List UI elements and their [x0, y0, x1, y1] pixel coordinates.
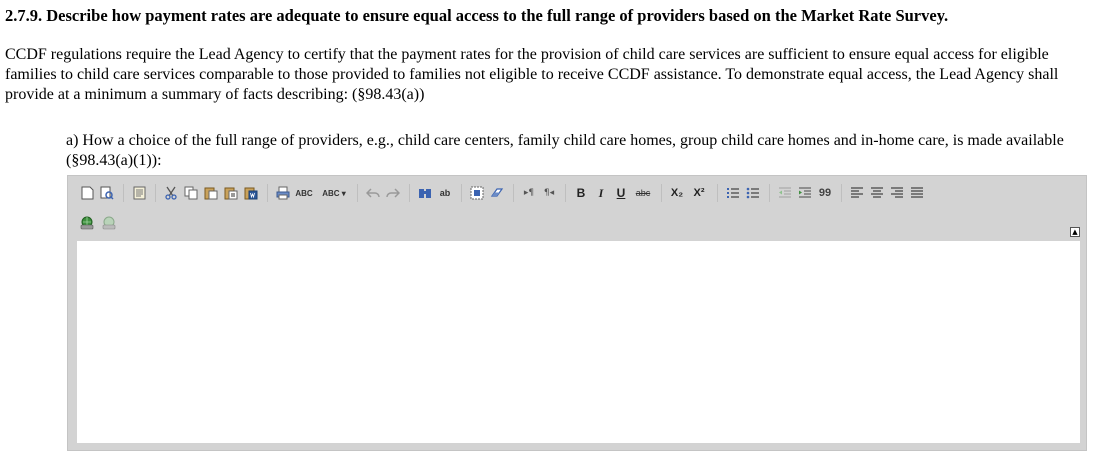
underline-button[interactable]: U — [611, 182, 631, 204]
unlink-icon[interactable] — [99, 212, 119, 234]
new-page-icon[interactable] — [77, 182, 97, 204]
bulleted-list-icon[interactable] — [743, 182, 763, 204]
answer-textarea[interactable] — [77, 241, 1080, 443]
rtl-icon[interactable]: ¶◂ — [539, 182, 559, 204]
replace-label: ab — [439, 188, 451, 198]
justify-icon[interactable] — [907, 182, 927, 204]
toolbar-separator — [409, 184, 410, 202]
subscript-label: X₂ — [670, 187, 684, 199]
superscript-button[interactable]: X² — [689, 182, 709, 204]
bold-label: B — [576, 186, 586, 200]
toolbar-separator — [565, 184, 566, 202]
spellcheck-label: ABC — [295, 188, 313, 198]
paste-icon[interactable] — [201, 182, 221, 204]
redo-icon[interactable] — [383, 182, 403, 204]
paste-text-icon[interactable] — [221, 182, 241, 204]
indent-icon[interactable] — [795, 182, 815, 204]
ltr-icon[interactable]: ▸¶ — [519, 182, 539, 204]
paste-word-icon[interactable] — [241, 182, 261, 204]
templates-icon[interactable] — [129, 182, 149, 204]
undo-icon[interactable] — [363, 182, 383, 204]
link-icon[interactable] — [77, 212, 97, 234]
rich-text-editor: ABC ABC ▾ ab ▸¶ ¶◂ B I U abc X₂ X² 99 ▲ — [67, 175, 1087, 451]
select-all-icon[interactable] — [467, 182, 487, 204]
collapse-toolbar-icon[interactable]: ▲ — [1070, 227, 1080, 237]
toolbar-separator — [841, 184, 842, 202]
cut-icon[interactable] — [161, 182, 181, 204]
toolbar-separator — [357, 184, 358, 202]
strike-label: abc — [635, 188, 651, 198]
toolbar-separator — [267, 184, 268, 202]
scayt-label: ABC ▾ — [322, 188, 346, 198]
toolbar-separator — [661, 184, 662, 202]
align-left-icon[interactable] — [847, 182, 867, 204]
section-heading: 2.7.9. Describe how payment rates are ad… — [5, 6, 949, 25]
section-intro: CCDF regulations require the Lead Agency… — [5, 46, 1059, 103]
toolbar-separator — [123, 184, 124, 202]
toolbar-separator — [769, 184, 770, 202]
toolbar-separator — [461, 184, 462, 202]
align-center-icon[interactable] — [867, 182, 887, 204]
outdent-icon[interactable] — [775, 182, 795, 204]
toolbar-separator — [513, 184, 514, 202]
numbered-list-icon[interactable] — [723, 182, 743, 204]
blockquote-label: 99 — [818, 187, 832, 199]
find-icon[interactable] — [415, 182, 435, 204]
remove-format-icon[interactable] — [487, 182, 507, 204]
scayt-dropdown[interactable]: ABC ▾ — [319, 182, 349, 204]
italic-label: I — [598, 185, 604, 200]
preview-icon[interactable] — [97, 182, 117, 204]
question-text: a) How a choice of the full range of pro… — [66, 132, 1064, 169]
spellcheck-button[interactable]: ABC — [291, 182, 317, 204]
subscript-button[interactable]: X₂ — [667, 182, 687, 204]
bold-button[interactable]: B — [571, 182, 591, 204]
copy-icon[interactable] — [181, 182, 201, 204]
toolbar-separator — [717, 184, 718, 202]
replace-button[interactable]: ab — [435, 182, 455, 204]
underline-label: U — [616, 186, 626, 200]
blockquote-button[interactable]: 99 — [815, 182, 835, 204]
print-icon[interactable] — [273, 182, 293, 204]
superscript-label: X² — [693, 187, 705, 199]
toolbar-separator — [155, 184, 156, 202]
italic-button[interactable]: I — [591, 182, 611, 204]
align-right-icon[interactable] — [887, 182, 907, 204]
strike-button[interactable]: abc — [631, 182, 655, 204]
